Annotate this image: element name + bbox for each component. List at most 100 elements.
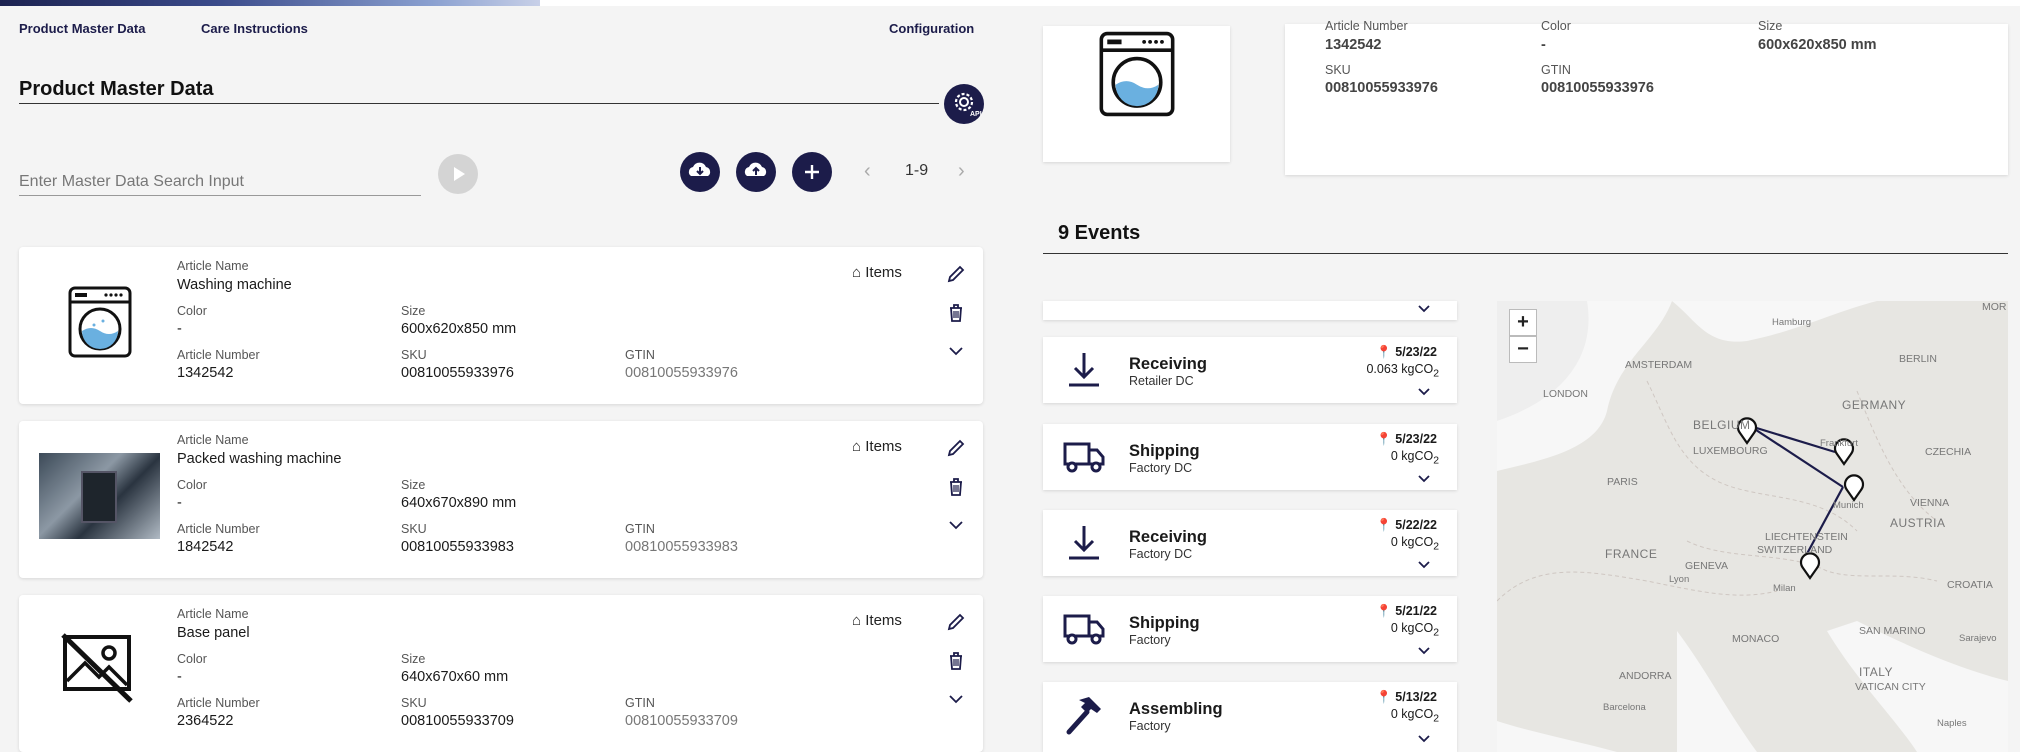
events-divider (1043, 253, 2008, 254)
map-label: FRANCE (1605, 547, 1658, 561)
map-label: ANDORRA (1619, 670, 1672, 682)
truck-icon (1063, 614, 1105, 645)
map-label: Sarajevo (1959, 633, 1997, 644)
next-page-button[interactable]: › (958, 160, 965, 183)
size-label: Size (401, 652, 426, 666)
map-label: BELGIUM (1693, 418, 1751, 432)
event-location: Factory (1129, 719, 1171, 733)
zoom-out-button[interactable]: − (1509, 336, 1537, 363)
chevron-down-icon[interactable] (1417, 646, 1431, 656)
nav-configuration[interactable]: Configuration (889, 21, 974, 36)
event-location: Factory (1129, 633, 1171, 647)
map-label: VATICAN CITY (1855, 681, 1926, 693)
detail-color-label: Color (1541, 19, 1571, 33)
items-label: Items (865, 612, 902, 629)
event-card-partial[interactable] (1043, 301, 1457, 320)
edit-icon[interactable] (946, 264, 966, 284)
nav-product-master-data[interactable]: Product Master Data (19, 21, 145, 36)
chevron-down-icon[interactable] (1417, 304, 1431, 314)
delete-icon[interactable] (948, 303, 964, 323)
event-card[interactable]: Receiving Factory DC 📍 5/22/22 0 kgCO2 (1043, 510, 1457, 576)
map-label: Barcelona (1603, 702, 1646, 713)
search-field (19, 170, 421, 196)
product-card[interactable]: Article Name Packed washing machine Colo… (19, 421, 983, 578)
tag-icon: ⌂ (852, 612, 866, 629)
chevron-down-icon[interactable] (1417, 560, 1431, 570)
event-card[interactable]: Shipping Factory 📍 5/21/22 0 kgCO2 (1043, 596, 1457, 662)
article-name-label: Article Name (177, 607, 249, 621)
receiving-icon (1069, 353, 1099, 387)
zoom-in-button[interactable]: + (1509, 309, 1537, 336)
location-pin-icon: 📍 (1376, 604, 1392, 618)
chevron-down-icon[interactable] (1417, 387, 1431, 397)
items-link[interactable]: ⌂ Items (852, 264, 902, 281)
co2-subscript: 2 (1433, 627, 1439, 639)
event-co2: 0 kgCO2 (1391, 621, 1439, 639)
event-name: Receiving (1129, 528, 1207, 546)
sku-label: SKU (401, 348, 427, 362)
map-label: MOR (1982, 301, 2007, 313)
map-label: MONACO (1732, 633, 1780, 645)
items-link[interactable]: ⌂ Items (852, 612, 902, 629)
download-button[interactable] (680, 152, 720, 192)
play-icon (454, 167, 465, 181)
detail-image-card (1043, 26, 1230, 162)
add-button[interactable] (792, 152, 832, 192)
event-card[interactable]: Shipping Factory DC 📍 5/23/22 0 kgCO2 (1043, 424, 1457, 490)
prev-page-button[interactable]: ‹ (864, 160, 871, 183)
tag-icon: ⌂ (852, 438, 866, 455)
api-settings-button[interactable]: API (944, 84, 984, 124)
event-co2-text: 0.063 kgCO (1366, 362, 1434, 376)
article-number-value: 1842542 (177, 539, 234, 555)
event-card[interactable]: Assembling Factory 📍 5/13/22 0 kgCO2 (1043, 682, 1457, 752)
chevron-down-icon[interactable] (948, 519, 964, 531)
event-co2-text: 0 kgCO (1390, 707, 1434, 721)
co2-subscript: 2 (1433, 368, 1439, 380)
map-label: Lyon (1669, 574, 1690, 585)
color-value: - (177, 495, 182, 511)
map-label: Munich (1833, 500, 1864, 511)
edit-icon[interactable] (946, 612, 966, 632)
detail-article-number: 1342542 (1325, 37, 1382, 53)
map-label: AMSTERDAM (1625, 359, 1693, 371)
detail-gtin: 00810055933976 (1541, 80, 1654, 96)
edit-icon[interactable] (946, 438, 966, 458)
sku-value: 00810055933983 (401, 539, 514, 555)
upload-button[interactable] (736, 152, 776, 192)
washing-machine-icon (1099, 31, 1175, 117)
items-link[interactable]: ⌂ Items (852, 438, 902, 455)
chevron-down-icon[interactable] (948, 345, 964, 357)
event-name: Receiving (1129, 355, 1207, 373)
search-input[interactable] (19, 170, 421, 194)
map-label: AUSTRIA (1890, 516, 1946, 530)
event-location: Retailer DC (1129, 374, 1194, 388)
sku-value: 00810055933976 (401, 365, 514, 381)
color-label: Color (177, 478, 207, 492)
detail-gtin-label: GTIN (1541, 63, 1571, 77)
delete-icon[interactable] (948, 477, 964, 497)
map-label: CZECHIA (1925, 446, 1972, 458)
search-submit-button[interactable] (438, 154, 478, 194)
chevron-down-icon[interactable] (1417, 474, 1431, 484)
map-label: Frankfurt (1820, 438, 1859, 449)
event-date: 📍 5/13/22 (1376, 690, 1437, 705)
map-label: Hamburg (1772, 317, 1812, 328)
event-name: Shipping (1129, 614, 1200, 632)
chevron-down-icon[interactable] (948, 693, 964, 705)
tag-icon: ⌂ (852, 264, 866, 281)
event-name: Shipping (1129, 442, 1200, 460)
route-map[interactable]: + − Hamburg AMSTERDAM BERLIN LONDON BELG… (1497, 301, 2008, 752)
delete-icon[interactable] (948, 651, 964, 671)
receiving-icon (1069, 526, 1099, 560)
map-label: LONDON (1543, 388, 1588, 400)
map-label: Milan (1773, 583, 1796, 594)
product-card[interactable]: Article Name Base panel Color - Size 640… (19, 595, 983, 752)
product-card[interactable]: Article Name Washing machine Color - Siz… (19, 247, 983, 404)
location-pin-icon: 📍 (1376, 432, 1392, 446)
nav-care-instructions[interactable]: Care Instructions (201, 21, 308, 36)
map-label: GENEVA (1685, 560, 1728, 572)
event-co2: 0 kgCO2 (1391, 535, 1439, 553)
chevron-down-icon[interactable] (1417, 734, 1431, 744)
event-date: 📍 5/21/22 (1376, 604, 1437, 619)
event-card[interactable]: Receiving Retailer DC 📍 5/23/22 0.063 kg… (1043, 337, 1457, 403)
